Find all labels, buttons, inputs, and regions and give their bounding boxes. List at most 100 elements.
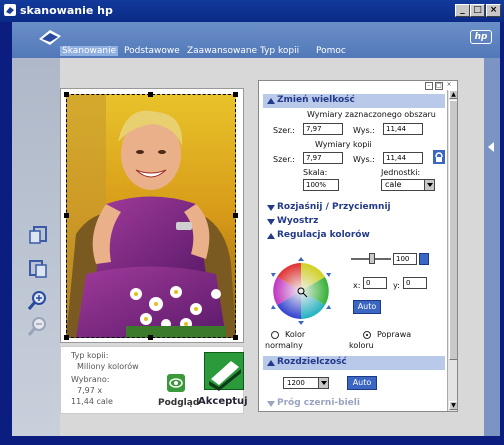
zoom-in-icon[interactable] — [26, 290, 50, 312]
panel-restore-icon[interactable]: □ — [435, 82, 443, 90]
title-bar: skanowanie hp _ □ × — [0, 0, 504, 22]
color-wheel[interactable] — [265, 255, 337, 327]
chevron-down-icon[interactable] — [318, 378, 328, 388]
section-sharpen-title: Wyostrz — [277, 216, 319, 226]
selected-height-label: Wys.: — [353, 126, 375, 135]
preview-label: Podgląd — [158, 398, 200, 408]
selected-area-label: Wymiary zaznaczonego obszaru — [307, 110, 436, 119]
maximize-button[interactable]: □ — [470, 4, 485, 17]
tab-zaawansowane[interactable]: Zaawansowane — [187, 46, 257, 56]
section-resolution[interactable]: Rozdzielczość — [263, 356, 445, 370]
copy-dims-label: Wymiary kopii — [315, 140, 372, 149]
copy-type-value: Miliony kolorów — [77, 362, 139, 371]
scale-field[interactable]: 100% — [303, 179, 339, 191]
panel-scrollbar[interactable]: ▲ ▼ — [447, 90, 457, 411]
scanner-window: skanowanie hp _ □ × hp Skanowanie Podsta… — [0, 0, 504, 445]
copy-height-field[interactable]: 11,44 — [383, 152, 423, 164]
selected-size-line2: 11,44 cale — [71, 397, 113, 406]
collapse-arrow-icon[interactable] — [488, 142, 494, 152]
section-resolution-title: Rozdzielczość — [277, 357, 347, 367]
scale-label: Skala: — [303, 168, 328, 177]
rotate-left-icon[interactable] — [26, 224, 50, 246]
saturation-slider-thumb[interactable] — [369, 253, 375, 264]
scanner-logo-icon — [39, 30, 61, 45]
radio-normal-color[interactable] — [271, 331, 279, 339]
units-label: Jednostki: — [381, 168, 421, 177]
tab-pomoc[interactable]: Pomoc — [316, 46, 346, 56]
panel-toolbar: - □ × — [259, 81, 457, 93]
selected-width-field[interactable]: 7,97 — [303, 123, 343, 135]
window-bottom-border — [12, 436, 500, 445]
close-button[interactable]: × — [486, 4, 501, 17]
y-label: y: — [393, 281, 400, 290]
resolution-auto-button[interactable]: Auto — [347, 376, 377, 390]
tab-skanowanie[interactable]: Skanowanie — [60, 46, 119, 56]
color-auto-button[interactable]: Auto — [353, 300, 381, 314]
collapse-up-icon — [267, 233, 275, 239]
crop-handle[interactable] — [233, 213, 238, 218]
collapse-strip[interactable] — [484, 58, 500, 436]
saturation-spinner[interactable] — [419, 253, 429, 265]
section-lighten-title: Rozjaśnij / Przyciemnij — [277, 202, 391, 212]
x-field[interactable]: 0 — [363, 277, 387, 289]
collapse-up-icon — [267, 360, 275, 366]
x-label: x: — [353, 281, 361, 290]
hp-logo-badge: hp — [470, 30, 492, 44]
panel-close-icon[interactable]: × — [445, 82, 453, 90]
tool-sidebar — [12, 58, 60, 436]
y-field[interactable]: 0 — [403, 277, 427, 289]
tab-podstawowe[interactable]: Podstawowe — [124, 46, 180, 56]
scroll-up-icon[interactable]: ▲ — [449, 90, 457, 99]
radio-improve-color[interactable] — [363, 331, 371, 339]
section-lighten[interactable]: Rozjaśnij / Przyciemnij — [263, 201, 445, 215]
section-resize-title: Zmień wielkość — [277, 95, 355, 105]
expand-down-icon — [267, 219, 275, 225]
units-select[interactable]: cale — [381, 179, 435, 191]
radio-normal-label-1: Kolor — [285, 330, 306, 339]
preview-button[interactable]: Podgląd — [158, 370, 199, 410]
hp-scan-app-icon — [4, 4, 16, 16]
section-bw-threshold-title: Próg czerni-bieli — [277, 398, 360, 408]
crop-handle[interactable] — [233, 92, 238, 97]
crop-handle[interactable] — [148, 92, 153, 97]
selected-size-line1: 7,97 x — [77, 386, 103, 395]
radio-improve-label-1: Poprawa — [377, 330, 412, 339]
accept-label: Akceptuj — [198, 396, 248, 407]
crop-handle[interactable] — [64, 335, 69, 340]
radio-improve-label-2: koloru — [349, 341, 374, 350]
panel-minimize-icon[interactable]: - — [425, 82, 433, 90]
selected-width-label: Szer.: — [273, 126, 295, 135]
lock-aspect-icon[interactable] — [433, 150, 445, 164]
window-title: skanowanie hp — [20, 4, 113, 17]
saturation-field[interactable]: 100 — [393, 253, 417, 265]
crop-handle[interactable] — [64, 92, 69, 97]
copy-width-label: Szer.: — [273, 155, 295, 164]
copy-width-field[interactable]: 7,97 — [303, 152, 343, 164]
crop-handle[interactable] — [64, 213, 69, 218]
resolution-select[interactable]: 1200 — [283, 377, 329, 389]
preview-eye-icon — [167, 374, 185, 392]
expand-down-icon — [267, 205, 275, 211]
section-sharpen[interactable]: Wyostrz — [263, 215, 445, 229]
crop-handle[interactable] — [148, 335, 153, 340]
rotate-right-icon[interactable] — [26, 258, 50, 280]
selected-height-field[interactable]: 11,44 — [383, 123, 423, 135]
section-color-adjust[interactable]: Regulacja kolorów — [263, 229, 445, 243]
scroll-down-icon[interactable]: ▼ — [449, 401, 457, 410]
accept-button[interactable]: Akceptuj — [198, 352, 248, 410]
radio-normal-label-2: normalny — [265, 341, 303, 350]
chevron-down-icon[interactable] — [424, 180, 434, 190]
crop-handle[interactable] — [233, 335, 238, 340]
tab-typ-kopii[interactable]: Typ kopii — [260, 46, 299, 56]
selected-label: Wybrano: — [71, 375, 110, 384]
collapse-up-icon — [267, 98, 275, 104]
section-bw-threshold: Próg czerni-bieli — [263, 397, 445, 411]
section-resize[interactable]: Zmień wielkość — [263, 94, 445, 108]
scroll-thumb[interactable] — [449, 100, 457, 360]
units-select-value: cale — [385, 180, 402, 189]
settings-panel: - □ × Zmień wielkość Wymiary zaznaczoneg… — [258, 80, 458, 412]
selection-marquee[interactable] — [66, 94, 236, 338]
zoom-out-icon[interactable] — [26, 316, 50, 338]
scanner-accept-icon — [204, 352, 244, 391]
minimize-button[interactable]: _ — [455, 4, 470, 17]
